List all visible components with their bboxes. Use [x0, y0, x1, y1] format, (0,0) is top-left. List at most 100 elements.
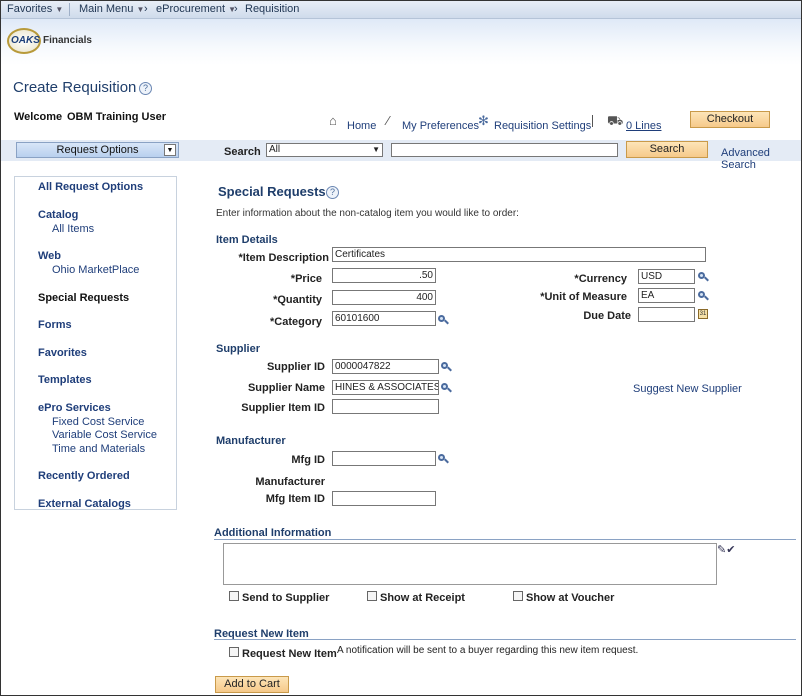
category-label: *Category	[270, 316, 322, 328]
intro-text: Enter information about the non-catalog …	[216, 208, 519, 219]
breadcrumb-eprocurement[interactable]: eProcurement ▼	[156, 3, 236, 15]
search-button[interactable]: Search	[626, 141, 708, 158]
magnifier-icon[interactable]	[441, 383, 452, 393]
requisition-settings-link[interactable]: Requisition Settings	[494, 120, 591, 132]
magnifier-icon[interactable]	[438, 315, 449, 325]
category-input[interactable]: 60101600	[332, 311, 436, 326]
section-title: Special Requests	[218, 184, 326, 199]
sidebar-item-ohio-marketplace[interactable]: Ohio MarketPlace	[52, 264, 139, 276]
section-divider	[214, 539, 796, 540]
search-label: Search	[224, 146, 261, 158]
manufacturer-heading: Manufacturer	[216, 435, 286, 447]
additional-information-heading: Additional Information	[214, 527, 332, 539]
show-at-receipt-checkbox[interactable]	[367, 591, 377, 601]
page-title: Create Requisition	[13, 79, 137, 96]
breadcrumb-requisition: Requisition	[245, 3, 300, 15]
gear-icon[interactable]: ✻	[478, 113, 489, 129]
sidebar-item-favorites[interactable]: Favorites	[38, 347, 87, 359]
send-to-supplier-checkbox[interactable]	[229, 591, 239, 601]
logo-text: Financials	[43, 35, 92, 46]
show-at-voucher-checkbox[interactable]	[513, 591, 523, 601]
breadcrumb-separator: ›	[234, 3, 238, 15]
request-new-item-checkbox[interactable]	[229, 647, 239, 657]
quantity-label: *Quantity	[273, 294, 322, 306]
send-to-supplier-label: Send to Supplier	[242, 592, 330, 604]
add-to-cart-button[interactable]: Add to Cart	[215, 676, 289, 693]
supplier-id-input[interactable]: 0000047822	[332, 359, 439, 374]
item-description-label: *Item Description	[238, 252, 329, 264]
additional-information-textarea[interactable]	[223, 543, 717, 585]
spellcheck-icon[interactable]: ✎✔	[717, 543, 735, 556]
sidebar-item-external-catalogs[interactable]: External Catalogs	[38, 498, 131, 510]
magnifier-icon[interactable]	[698, 291, 709, 301]
magnifier-icon[interactable]	[698, 272, 709, 282]
request-options-sidebar	[14, 176, 177, 510]
sidebar-item-special-requests[interactable]: Special Requests	[38, 292, 129, 304]
mfg-item-id-label: Mfg Item ID	[265, 493, 325, 505]
home-link[interactable]: Home	[347, 120, 376, 132]
main-menu[interactable]: Main Menu ▼	[79, 3, 144, 15]
mfg-id-label: Mfg ID	[291, 454, 325, 466]
sidebar-item-recently-ordered[interactable]: Recently Ordered	[38, 470, 130, 482]
request-options-dropdown[interactable]: Request Options ▼	[16, 142, 179, 158]
suggest-new-supplier-link[interactable]: Suggest New Supplier	[633, 383, 742, 395]
chevron-down-icon[interactable]: ▼	[164, 144, 176, 156]
breadcrumb-separator: ›	[144, 3, 148, 15]
lines-link[interactable]: 0 Lines	[626, 120, 661, 132]
sidebar-item-fixed-cost-service[interactable]: Fixed Cost Service	[52, 416, 144, 428]
sidebar-item-templates[interactable]: Templates	[38, 374, 92, 386]
due-date-input[interactable]	[638, 307, 695, 322]
banner: OAKS Financials	[1, 19, 801, 65]
sidebar-item-all-items[interactable]: All Items	[52, 223, 94, 235]
link-divider	[592, 115, 593, 127]
supplier-heading: Supplier	[216, 343, 261, 355]
welcome-user: OBM Training User	[67, 111, 167, 123]
advanced-search-link[interactable]: Advanced Search	[721, 147, 801, 171]
manufacturer-label: Manufacturer	[255, 476, 325, 488]
price-input[interactable]: .50	[332, 268, 436, 283]
sidebar-item-all-request-options[interactable]: All Request Options	[38, 181, 143, 193]
sidebar-item-web[interactable]: Web	[38, 250, 61, 262]
sidebar-item-forms[interactable]: Forms	[38, 319, 72, 331]
sidebar-item-catalog[interactable]: Catalog	[38, 209, 78, 221]
show-at-receipt-label: Show at Receipt	[380, 592, 465, 604]
welcome-label: Welcome	[14, 111, 63, 123]
supplier-id-label: Supplier ID	[266, 361, 325, 373]
magnifier-icon[interactable]	[438, 454, 449, 464]
search-input[interactable]	[391, 143, 618, 157]
quantity-input[interactable]: 400	[332, 290, 436, 305]
app-window: Favorites ▼ Main Menu ▼ › eProcurement ▼…	[0, 0, 802, 696]
help-icon[interactable]: ?	[139, 82, 152, 95]
help-icon[interactable]: ?	[326, 186, 339, 199]
supplier-item-id-label: Supplier Item ID	[241, 402, 325, 414]
cart-icon[interactable]: ⛟	[607, 113, 623, 131]
mfg-item-id-input[interactable]	[332, 491, 436, 506]
sidebar-item-variable-cost-service[interactable]: Variable Cost Service	[52, 429, 157, 441]
home-icon[interactable]: ⌂	[329, 113, 337, 128]
search-scope-select[interactable]: All ▼	[266, 143, 383, 157]
chevron-down-icon: ▼	[372, 145, 380, 154]
item-details-heading: Item Details	[216, 234, 278, 246]
request-new-item-label: Request New Item	[242, 648, 337, 660]
logo-mark: OAKS	[11, 35, 40, 46]
due-date-label: Due Date	[583, 310, 631, 322]
wand-icon[interactable]: ⁄	[387, 113, 389, 128]
sidebar-item-time-and-materials[interactable]: Time and Materials	[52, 443, 145, 455]
currency-input[interactable]: USD	[638, 269, 695, 284]
calendar-icon[interactable]: 31	[698, 309, 708, 319]
supplier-name-label: Supplier Name	[247, 382, 325, 394]
currency-label: *Currency	[574, 273, 627, 285]
magnifier-icon[interactable]	[441, 362, 452, 372]
supplier-item-id-input[interactable]	[332, 399, 439, 414]
section-divider	[214, 639, 796, 640]
sidebar-item-epro-services[interactable]: ePro Services	[38, 402, 111, 414]
show-at-voucher-label: Show at Voucher	[526, 592, 615, 604]
unit-of-measure-input[interactable]: EA	[638, 288, 695, 303]
favorites-menu[interactable]: Favorites ▼	[7, 3, 63, 15]
mfg-id-input[interactable]	[332, 451, 436, 466]
item-description-input[interactable]: Certificates	[332, 247, 706, 262]
request-new-item-note: A notification will be sent to a buyer r…	[337, 645, 639, 656]
my-preferences-link[interactable]: My Preferences	[402, 120, 479, 132]
supplier-name-input[interactable]: HINES & ASSOCIATES	[332, 380, 439, 395]
checkout-button[interactable]: Checkout	[690, 111, 770, 128]
